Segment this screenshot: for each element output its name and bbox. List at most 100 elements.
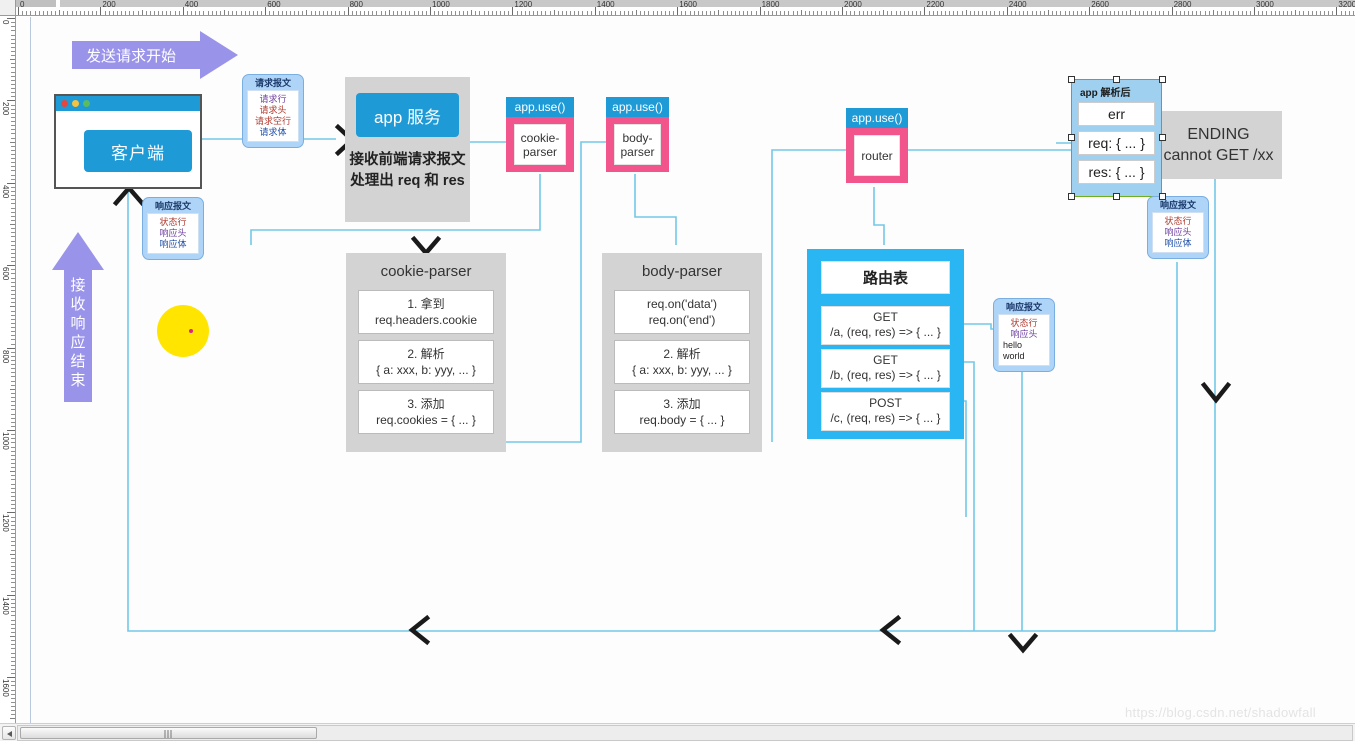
resize-handle-n[interactable] [1113,76,1120,83]
bubble-line: 状态行 [1164,216,1192,226]
ruler-tick [104,11,106,15]
ruler-gray-segment-2 [60,0,1355,7]
ruler-tick [11,693,15,695]
ruler-tick [11,96,15,98]
ruler-tick [244,11,246,15]
response-message-bubble-ending[interactable]: 响应报文 状态行 响应头 响应体 [1147,196,1209,259]
ruler-tick [11,706,15,707]
ruler-label: 1800 [761,0,780,9]
ruler-label: 2800 [1173,0,1192,9]
ruler-tick [1307,11,1309,15]
ending-box[interactable]: ENDING cannot GET /xx [1155,111,1282,179]
ruler-tick [11,434,15,436]
scrollbar-track[interactable] [17,725,1353,741]
ruler-tick [10,636,15,637]
resize-handle-nw[interactable] [1068,76,1075,83]
route-table-row[interactable]: GET /a, (req, res) => { ... } [821,306,950,345]
scroll-left-arrow-icon[interactable] [2,726,16,740]
ruler-tick [701,11,703,15]
middleware-body-parser[interactable]: app.use() body- parser [606,97,669,172]
ruler-tick [990,11,992,15]
ruler-tick [11,425,15,427]
ruler-tick [11,413,15,415]
ruler-tick [1138,11,1140,15]
ruler-tick [1266,11,1268,15]
ruler-tick [1146,11,1148,15]
ruler-tick [59,10,61,15]
ruler-tick [75,11,77,15]
client-label: 客户端 [84,130,192,172]
app-parsed-item[interactable]: res: { ... } [1078,160,1155,184]
response-message-bubble-client[interactable]: 响应报文 状态行 响应头 响应体 [142,197,204,260]
ruler-tick [11,714,15,716]
ruler-tick [182,7,184,15]
horizontal-scrollbar[interactable] [0,723,1355,741]
ruler-tick [664,11,666,15]
maximize-dot-icon[interactable] [83,100,90,107]
horizontal-ruler[interactable]: 0 200 400 600 800 1000 1200 1400 1600 1800 2000 220… [16,0,1355,16]
ruler-tick [11,79,15,81]
request-message-bubble[interactable]: 请求报文 请求行 请求头 请求空行 请求体 [242,74,304,148]
ruler-tick [829,11,831,15]
ruler-tick [722,11,724,15]
route-table-row[interactable]: POST /c, (req, res) => { ... } [821,392,950,431]
ruler-tick [1097,11,1099,15]
middleware-cookie-parser[interactable]: app.use() cookie- parser [506,97,574,172]
app-parsed-item[interactable]: err [1078,102,1155,126]
middleware-router[interactable]: app.use() router [846,108,908,183]
middleware-name-line2: parser [620,144,655,159]
ruler-tick [137,11,139,15]
route-method: POST [869,396,902,410]
resize-handle-s[interactable] [1113,193,1120,200]
app-parsed-item[interactable]: req: { ... } [1078,131,1155,155]
resize-handle-e[interactable] [1159,134,1166,141]
ruler-tick [236,11,238,15]
ruler-tick [1204,11,1206,15]
app-service-panel[interactable]: app 服务 接收前端请求报文 处理出 req 和 res [345,77,470,222]
response-message-bubble-router[interactable]: 响应报文 状态行 响应头 hello world [993,298,1055,372]
ruler-tick [611,11,613,15]
ruler-tick [1151,11,1152,15]
resize-handle-ne[interactable] [1159,76,1166,83]
body-parser-panel[interactable]: body-parser req.on('data') req.on('end')… [602,253,762,452]
vertical-ruler[interactable]: 0 200 400 600 800 1000 1200 1400 1600 [0,16,16,723]
ruler-tick [92,11,94,15]
ruler-tick [11,108,15,110]
yellow-circle-shape[interactable] [157,305,209,357]
close-dot-icon[interactable] [61,100,68,107]
ruler-label: 3000 [1256,0,1274,9]
step-line2: { a: xxx, b: yyy, ... } [632,363,732,377]
ruler-tick [11,137,15,139]
cookie-parser-panel[interactable]: cookie-parser 1. 拿到 req.headers.cookie 2… [346,253,506,452]
ruler-tick [681,11,683,15]
route-table-box[interactable]: 路由表 GET /a, (req, res) => { ... } GET /b… [807,249,964,439]
ruler-tick [800,10,802,15]
ruler-tick [11,219,15,221]
resize-handle-sw[interactable] [1068,193,1075,200]
ruler-tick [458,11,460,15]
ruler-tick [11,129,15,131]
bubble-line: 响应头 [1164,227,1192,237]
diagram-canvas[interactable]: 发送请求开始 接收响应结束 客户端 请求报文 请求行 请求头 请求空行 请求体 [16,17,1355,723]
ruler-tick [1340,11,1342,15]
ruler-tick [11,397,15,398]
ruler-tick [38,11,40,15]
resize-handle-se[interactable] [1159,193,1166,200]
client-browser-window[interactable]: 客户端 [54,94,202,189]
resize-handle-w[interactable] [1068,134,1075,141]
ruler-tick [11,500,15,501]
ruler-tick [42,11,44,15]
ruler-label: 400 [184,0,199,9]
app-parsed-box[interactable]: app 解析后 err req: { ... } res: { ... } [1071,79,1162,197]
scrollbar-thumb[interactable] [20,727,317,739]
ruler-tick [318,11,320,15]
ruler-tick [1122,11,1124,15]
ruler-tick [619,11,621,15]
ruler-tick [11,261,15,263]
route-table-row[interactable]: GET /b, (req, res) => { ... } [821,349,950,388]
ruler-tick [11,170,15,172]
ruler-tick [11,586,15,588]
ruler-label: 2600 [1091,0,1109,9]
ruler-tick [11,619,15,621]
minimize-dot-icon[interactable] [72,100,79,107]
